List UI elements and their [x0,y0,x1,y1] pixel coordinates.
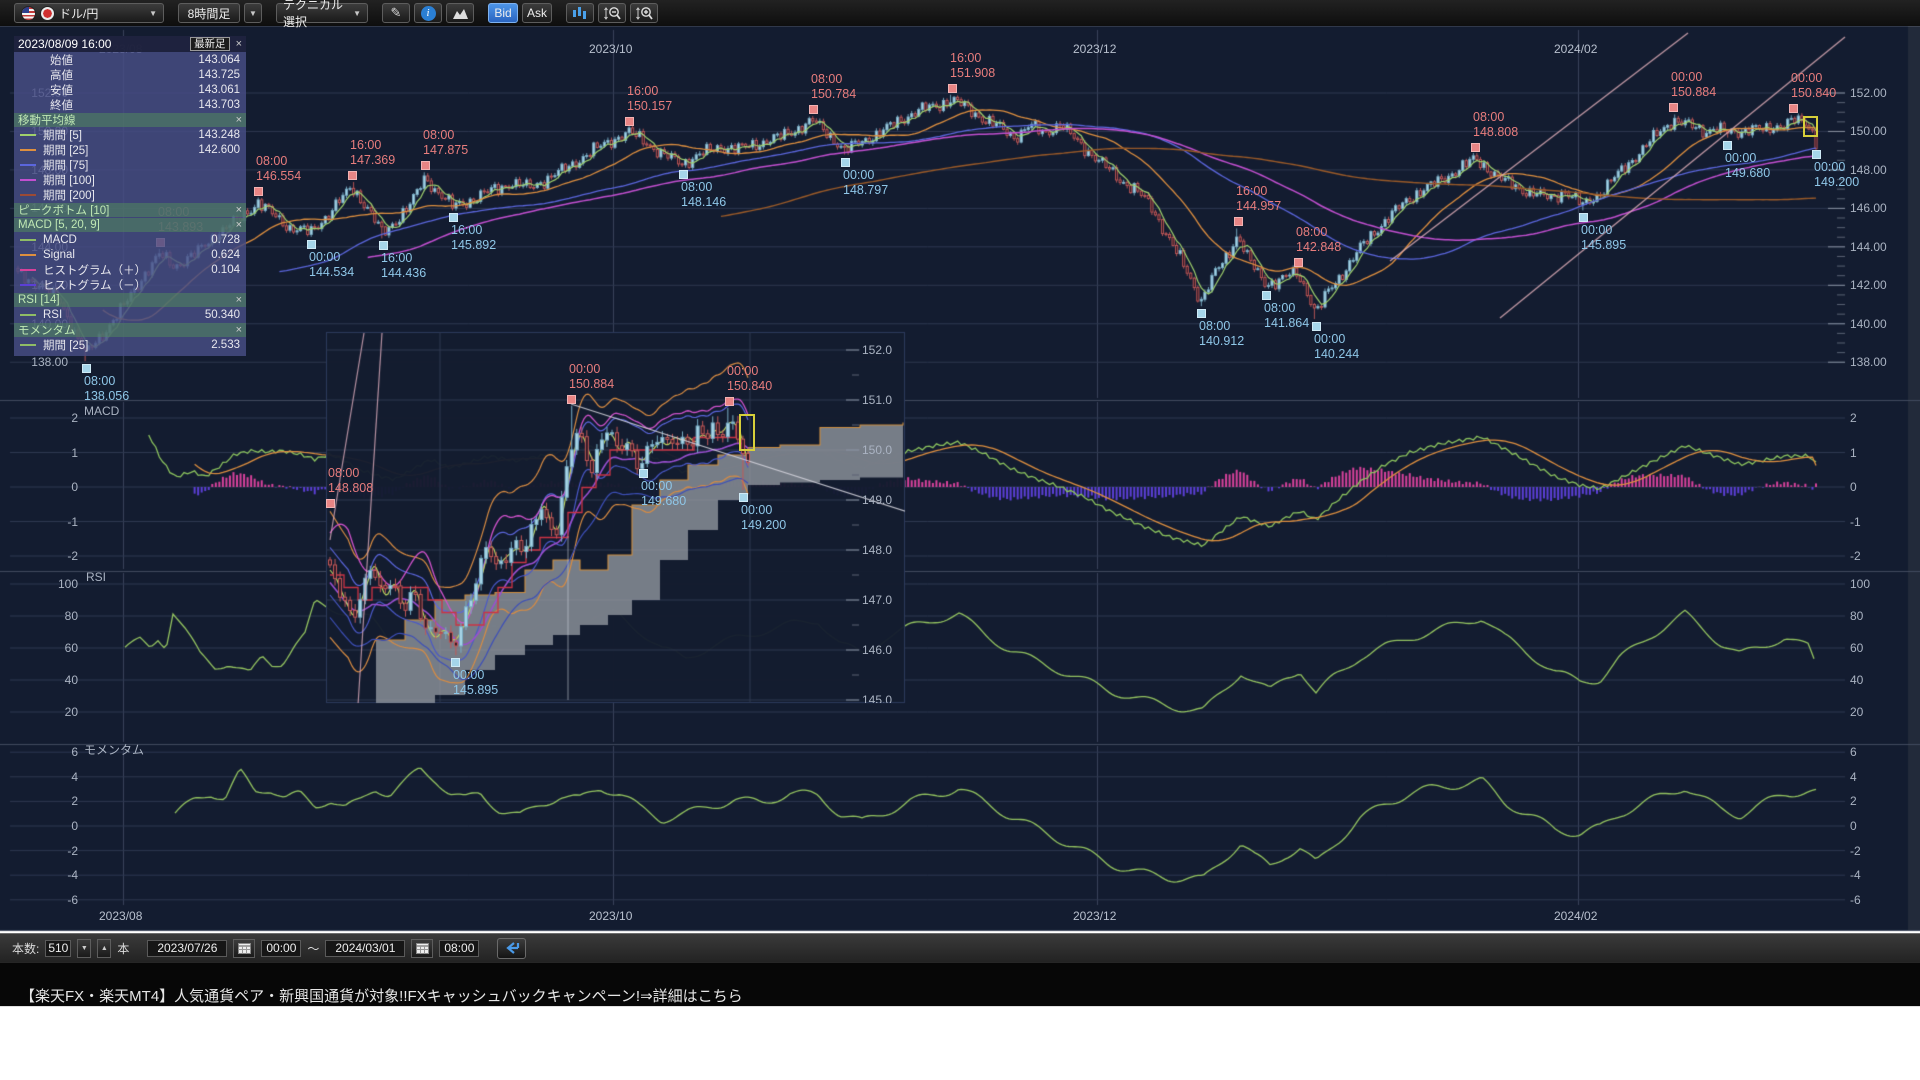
line-color-swatch [20,134,36,136]
return-arrow-icon [504,942,520,954]
line-color-swatch [20,194,36,196]
close-icon[interactable]: × [236,219,242,231]
ohlc-row: 高値143.725 [14,67,246,82]
line-color-swatch [20,314,36,316]
bid-button[interactable]: Bid [488,3,518,23]
section-header-macd: MACD [5, 20, 9]× [14,218,246,232]
indicator-row: ヒストグラム（－） [14,277,246,292]
timeframe-dropdown-button[interactable]: ▼ [244,3,262,23]
zoom-in-icon [635,6,654,21]
technical-select-button[interactable]: テクニカル選択 ▼ [276,3,368,23]
section-header-rsi: RSI [14]× [14,293,246,307]
mountain-area-icon [452,7,469,20]
from-date-input[interactable]: 2023/07/26 [147,940,227,957]
zoom-out-icon [603,6,622,21]
indicator-row: RSI50.340 [14,307,246,322]
timeframe-label: 8時間足 [188,5,231,22]
currency-pair-select[interactable]: ドル/円 ▼ [14,3,164,23]
news-marquee: 【楽天FX・楽天MT4】人気通貨ペア・新興国通貨が対象!!FXキャッシュバックキ… [0,963,1920,1006]
line-color-swatch [20,254,36,256]
from-time-input[interactable]: 00:00 [261,940,301,957]
close-icon[interactable]: × [236,204,242,216]
ohlc-row: 終値143.703 [14,97,246,112]
pencil-icon: ✎ [391,5,402,21]
timeframe-select[interactable]: 8時間足 [178,3,240,23]
toolbar: ドル/円 ▼ 8時間足 ▼ テクニカル選択 ▼ ✎ i Bid Ask [0,0,1920,26]
chevron-down-icon: ▼ [249,9,257,18]
us-flag-icon [21,6,36,21]
marquee-text[interactable]: 【楽天FX・楽天MT4】人気通貨ペア・新興国通貨が対象!!FXキャッシュバックキ… [20,985,743,1006]
line-color-swatch [20,179,36,181]
calendar-icon [416,943,429,954]
apply-range-button[interactable] [497,938,526,959]
currency-pair-label: ドル/円 [59,5,98,22]
line-color-swatch [20,239,36,241]
chart-style-button[interactable] [566,3,594,23]
to-date-input[interactable]: 2024/03/01 [325,940,405,957]
ask-label: Ask [527,6,547,20]
bar-count-label: 本数: [12,940,39,957]
indicator-row: 期間 [200] [14,187,246,202]
to-time-input[interactable]: 08:00 [439,940,479,957]
technical-select-label: テクニカル選択 [283,0,349,30]
info-button[interactable]: i [414,3,442,23]
ask-button[interactable]: Ask [522,3,552,23]
range-separator: ～ [307,940,319,957]
panel-datetime: 2023/08/09 16:00 [18,37,111,51]
area-chart-button[interactable] [446,3,474,23]
line-color-swatch [20,149,36,151]
ohlc-row: 始値143.064 [14,52,246,67]
bottom-control-bar: 本数: 510 ▼ ▲ 本 2023/07/26 00:00 ～ 2024/03… [0,933,1920,962]
indicator-row: 期間 [5]143.248 [14,127,246,142]
calendar-icon [238,943,251,954]
indicator-row: 期間 [75] [14,157,246,172]
indicator-row: 期間 [25]2.533 [14,337,246,352]
candlestick-chart-icon [572,6,589,20]
line-color-swatch [20,344,36,346]
ohlc-row: 安値143.061 [14,82,246,97]
to-date-calendar-button[interactable] [411,939,433,958]
chevron-down-icon: ▼ [149,9,157,18]
bid-label: Bid [494,6,511,20]
section-header-momentum: モメンタム× [14,323,246,337]
indicator-row: ヒストグラム（＋）0.104 [14,262,246,277]
close-icon[interactable]: × [236,38,242,50]
bar-count-input[interactable]: 510 [45,940,71,957]
indicator-row: Signal0.624 [14,247,246,262]
price-chart-canvas[interactable] [0,0,1920,1080]
section-header-peakbottom: ピークボトム [10]× [14,203,246,217]
panel-header: 2023/08/09 16:00 最新足 × [14,36,246,52]
line-color-swatch [20,269,36,271]
latest-bar-badge: 最新足 [190,37,230,51]
close-icon[interactable]: × [236,324,242,336]
indicator-row: MACD0.728 [14,232,246,247]
draw-tool-button[interactable]: ✎ [382,3,410,23]
from-date-calendar-button[interactable] [233,939,255,958]
close-icon[interactable]: × [236,294,242,306]
indicator-row: 期間 [100] [14,172,246,187]
indicator-row: 期間 [25]142.600 [14,142,246,157]
chevron-down-icon: ▼ [353,9,361,18]
vertical-zoom-out-button[interactable] [598,3,626,23]
indicator-info-panel: 2023/08/09 16:00 最新足 × 始値143.064高値143.725安値… [14,36,246,356]
bar-count-unit: 本 [117,940,129,957]
close-icon[interactable]: × [236,114,242,126]
vertical-zoom-in-button[interactable] [630,3,658,23]
section-header-ma: 移動平均線× [14,113,246,127]
line-color-swatch [20,164,36,166]
line-color-swatch [20,284,36,286]
info-icon: i [421,6,436,21]
count-decrement-button[interactable]: ▼ [77,939,91,958]
jp-flag-icon [40,6,55,21]
count-increment-button[interactable]: ▲ [97,939,111,958]
